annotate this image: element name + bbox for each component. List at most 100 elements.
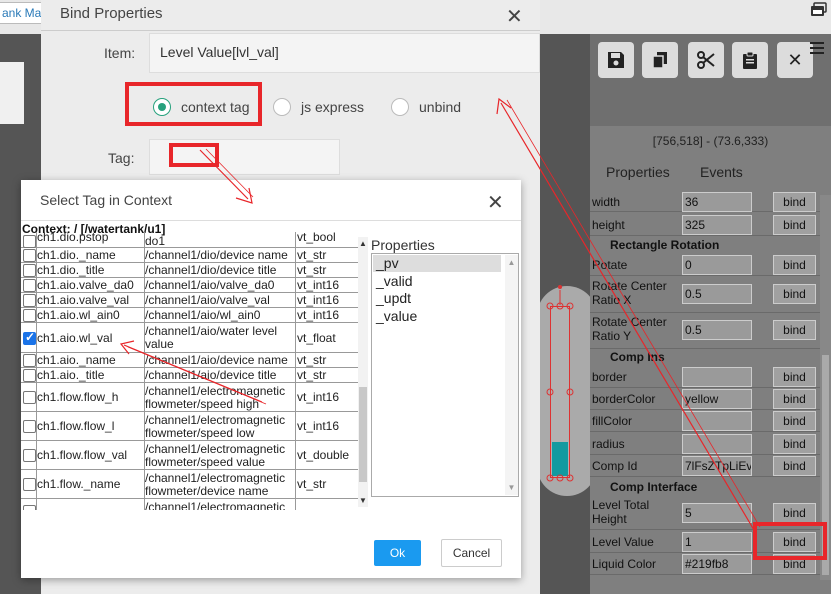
row-checkbox[interactable] (23, 264, 36, 277)
table-row[interactable]: ch1.aio.wl_ain0 /channel1/aio/wl_ain0 vt… (21, 308, 368, 323)
list-item-selected[interactable]: _pv (373, 255, 501, 272)
scroll-up-icon[interactable]: ▲ (358, 239, 368, 248)
row-checkbox[interactable] (23, 449, 36, 462)
dialog-title: Bind Properties (60, 5, 163, 22)
highlight-context-tag (125, 82, 262, 126)
bind-button-radius[interactable]: bind (773, 434, 816, 454)
table-row-selected[interactable]: ch1.aio.wl_val /channel1/aio/water level… (21, 323, 368, 353)
table-row[interactable]: /channel1/electromagnetic (21, 499, 368, 510)
table-row[interactable]: ch1.aio._title /channel1/aio/device titl… (21, 368, 368, 383)
property-grid: width 36 bind height 325 bind Rectangle … (590, 0, 822, 594)
bind-button-rotate-center-y[interactable]: bind (773, 320, 816, 340)
table-row[interactable]: ch1.aio.valve_val /channel1/aio/valve_va… (21, 293, 368, 308)
tank-level-bar[interactable] (550, 306, 570, 478)
bind-button-fillcolor[interactable]: bind (773, 411, 816, 431)
table-row[interactable]: ch1.aio.valve_da0 /channel1/aio/valve_da… (21, 278, 368, 293)
radio-icon (273, 98, 291, 116)
prop-value-rotate[interactable]: 0 (682, 255, 752, 275)
row-checkbox[interactable] (23, 249, 36, 262)
list-item[interactable]: _valid (373, 273, 501, 290)
row-checkbox[interactable] (23, 279, 36, 292)
list-item[interactable]: _updt (373, 290, 501, 307)
section-rectangle-rotation: Rectangle Rotation (610, 238, 720, 252)
section-comp-interface: Comp Interface (610, 480, 698, 494)
row-checkbox[interactable] (23, 294, 36, 307)
row-checkbox[interactable] (23, 235, 36, 248)
item-field[interactable]: Level Value[lvl_val] (149, 33, 540, 73)
prop-row-rotate-center-y: Rotate Center Ratio Y 0.5 bind (590, 313, 822, 349)
scroll-down-icon[interactable]: ▼ (358, 496, 368, 505)
table-row[interactable]: ch1.dio._name /channel1/dio/device name … (21, 248, 368, 263)
prop-value-border[interactable] (682, 367, 752, 387)
row-checkbox[interactable] (23, 309, 36, 322)
tag-label: Tag: (108, 150, 135, 166)
column-divider (295, 232, 296, 510)
tank-level-fill (552, 442, 568, 476)
prop-row-border: border bind (590, 366, 822, 388)
table-row[interactable]: ch1.aio._name /channel1/aio/device name … (21, 353, 368, 368)
cancel-button[interactable]: Cancel (441, 539, 502, 567)
prop-value-width[interactable]: 36 (682, 192, 752, 212)
tag-table-scrollbar[interactable]: ▲ ▼ (358, 237, 368, 507)
row-checkbox[interactable] (23, 478, 36, 491)
radio-js-express[interactable]: js express (273, 97, 364, 117)
prop-value-rotate-center-y[interactable]: 0.5 (682, 320, 752, 340)
row-checkbox[interactable] (23, 354, 36, 367)
table-row[interactable]: ch1.flow.flow_l /channel1/electromagneti… (21, 412, 368, 441)
radio-label: unbind (419, 99, 462, 115)
prop-value-level-value[interactable]: 1 (682, 532, 752, 552)
prop-value-rotate-center-x[interactable]: 0.5 (682, 284, 752, 304)
bind-button-width[interactable]: bind (773, 192, 816, 212)
properties-list[interactable]: _pv _valid _updt _value ▲ ▼ (371, 253, 519, 497)
dialog-title: Select Tag in Context (40, 192, 173, 208)
section-comp-ins: Comp Ins (610, 350, 665, 364)
radio-icon (391, 98, 409, 116)
scroll-up-icon[interactable]: ▲ (505, 258, 518, 267)
prop-row-comp-id: Comp Id 7lFsZTpLiEvpxu bind (590, 455, 822, 477)
divider (21, 220, 521, 221)
app-tab[interactable]: ank Ma (0, 2, 44, 24)
close-icon[interactable]: ✕ (487, 190, 504, 215)
prop-value-comp-id[interactable]: 7lFsZTpLiEvpxu (682, 456, 752, 476)
row-checkbox[interactable] (23, 420, 36, 433)
prop-row-bordercolor: borderColor yellow bind (590, 388, 822, 410)
canvas-panel (0, 62, 24, 124)
prop-row-radius: radius bind (590, 433, 822, 455)
table-row[interactable]: ch1.flow.flow_h /channel1/electromagneti… (21, 383, 368, 412)
bind-button-bordercolor[interactable]: bind (773, 389, 816, 409)
row-checkbox[interactable] (23, 505, 36, 510)
scroll-down-icon[interactable]: ▼ (505, 483, 518, 492)
bind-button-comp-id[interactable]: bind (773, 456, 816, 476)
bind-button-level-total-height[interactable]: bind (773, 503, 816, 523)
ok-button[interactable]: Ok (374, 540, 421, 566)
properties-scrollbar[interactable]: ▲ ▼ (505, 255, 518, 495)
prop-value-liquid-color[interactable]: #219fb8 (682, 554, 752, 574)
table-row[interactable]: ch1.flow._name /channel1/electromagnetic… (21, 470, 368, 499)
prop-value-height[interactable]: 325 (682, 215, 752, 235)
table-row[interactable]: ch1.dio._title /channel1/dio/device titl… (21, 263, 368, 278)
prop-value-level-total-height[interactable]: 5 (682, 503, 752, 523)
bind-button-height[interactable]: bind (773, 215, 816, 235)
prop-row-height: height 325 bind (590, 214, 822, 236)
scrollbar-thumb[interactable] (359, 387, 367, 482)
bind-button-border[interactable]: bind (773, 367, 816, 387)
prop-row-width: width 36 bind (590, 192, 822, 212)
list-item[interactable]: _value (373, 308, 501, 325)
prop-row-rotate-center-x: Rotate Center Ratio X 0.5 bind (590, 277, 822, 313)
prop-row-rotate: Rotate 0 bind (590, 254, 822, 276)
bind-button-rotate[interactable]: bind (773, 255, 816, 275)
column-divider (144, 232, 145, 510)
radio-unbind[interactable]: unbind (391, 97, 461, 117)
row-checkbox-checked[interactable] (23, 330, 36, 345)
table-row[interactable]: ch1.flow.flow_val /channel1/electromagne… (21, 441, 368, 470)
close-icon[interactable]: ✕ (506, 4, 523, 29)
bind-button-rotate-center-x[interactable]: bind (773, 284, 816, 304)
prop-row-fillcolor: fillColor bind (590, 410, 822, 432)
divider (41, 30, 540, 31)
prop-value-radius[interactable] (682, 434, 752, 454)
table-row[interactable]: ch1.dio.pstop do1 vt_bool (21, 232, 368, 248)
prop-value-bordercolor[interactable]: yellow (682, 389, 752, 409)
row-checkbox[interactable] (23, 369, 36, 382)
row-checkbox[interactable] (23, 391, 36, 404)
prop-value-fillcolor[interactable] (682, 411, 752, 431)
